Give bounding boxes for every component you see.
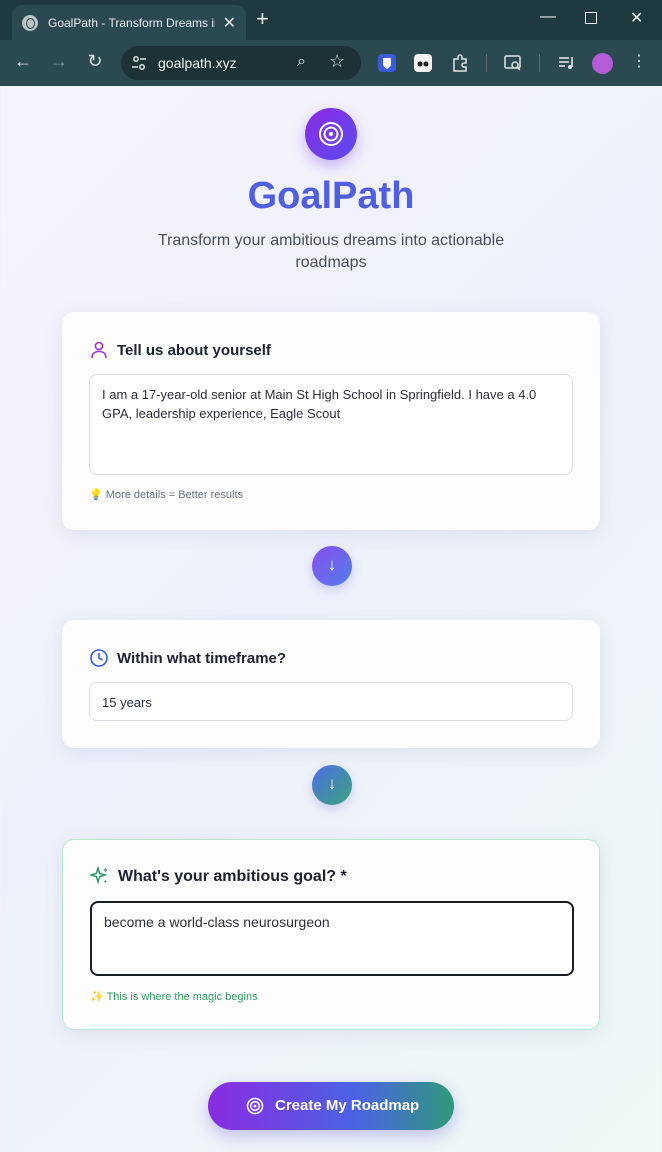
goal-title: What's your ambitious goal? * [118,868,347,885]
about-hint-text: More details = Better results [105,489,244,501]
browser-tab[interactable]: GoalPath - Transform Dreams into Actiona… [12,5,246,40]
url-text: goalpath.xyz [158,55,237,71]
target-icon [246,1097,264,1115]
step-arrow-2: ↓ [312,765,352,805]
bookmark-star-icon[interactable]: ☆ [329,51,345,72]
about-card: Tell us about yourself I am a 17-year-ol… [62,312,600,530]
user-icon [91,341,107,359]
target-icon [319,122,343,146]
arrow-down-icon: ↓ [327,774,337,793]
profile-avatar[interactable] [592,53,613,74]
zoom-icon[interactable]: ⌕ [297,53,306,71]
browser-tab-bar: GoalPath - Transform Dreams into Actiona… [0,0,662,40]
step-arrow-1: ↓ [312,546,352,586]
extension-mask-icon[interactable] [413,53,433,73]
address-bar[interactable]: goalpath.xyz ⌕ ☆ [121,46,361,80]
create-roadmap-button[interactable]: Create My Roadmap [208,1082,454,1130]
logo [305,108,357,160]
media-control-icon[interactable] [557,53,577,73]
about-hint: 💡 More details = Better results [89,488,243,501]
toolbar-divider [486,54,487,72]
sparkles-icon [90,866,108,885]
lightbulb-icon: 💡 [89,489,103,501]
clock-icon [90,649,108,667]
timeframe-title: Within what timeframe? [117,650,287,667]
search-tabs-icon[interactable] [503,53,523,73]
bitwarden-icon[interactable] [377,53,397,73]
about-textarea[interactable]: I am a 17-year-old senior at Main St Hig… [89,374,573,475]
browser-toolbar: ← → ↻ goalpath.xyz ⌕ ☆ ⋮ [0,40,662,86]
arrow-down-icon: ↓ [327,555,337,574]
reload-icon[interactable]: ↻ [83,51,107,72]
create-roadmap-label: Create My Roadmap [275,1097,420,1114]
tagline: Transform your ambitious dreams into act… [157,232,505,271]
site-settings-icon[interactable] [131,55,147,71]
close-tab-icon[interactable]: ✕ [223,13,236,33]
goal-textarea[interactable]: become a world-class neurosurgeon [90,901,574,976]
back-icon[interactable]: ← [11,51,35,72]
extensions-puzzle-icon[interactable] [450,53,470,73]
page-content: GoalPath Transform your ambitious dreams… [1,86,661,1152]
timeframe-card: Within what timeframe? 15 years [62,620,600,748]
goal-hint-text: This is where the magic begins [106,991,258,1003]
globe-icon [22,14,38,31]
timeframe-input[interactable]: 15 years [89,682,573,721]
toolbar-divider [539,54,540,72]
sparkle-emoji-icon: ✨ [90,991,104,1003]
brand-title: GoalPath [247,175,415,217]
goal-card: What's your ambitious goal? * become a w… [62,839,600,1030]
menu-kebab-icon[interactable]: ⋮ [627,51,651,71]
about-title: Tell us about yourself [117,342,271,359]
forward-icon[interactable]: → [47,51,71,72]
goal-hint: ✨ This is where the magic begins [90,990,258,1003]
maximize-icon[interactable] [585,12,597,24]
tab-title: GoalPath - Transform Dreams into Actiona… [48,15,215,30]
new-tab-icon[interactable]: + [256,8,269,30]
close-window-icon[interactable]: ✕ [630,8,643,28]
minimize-icon[interactable]: — [540,8,556,26]
